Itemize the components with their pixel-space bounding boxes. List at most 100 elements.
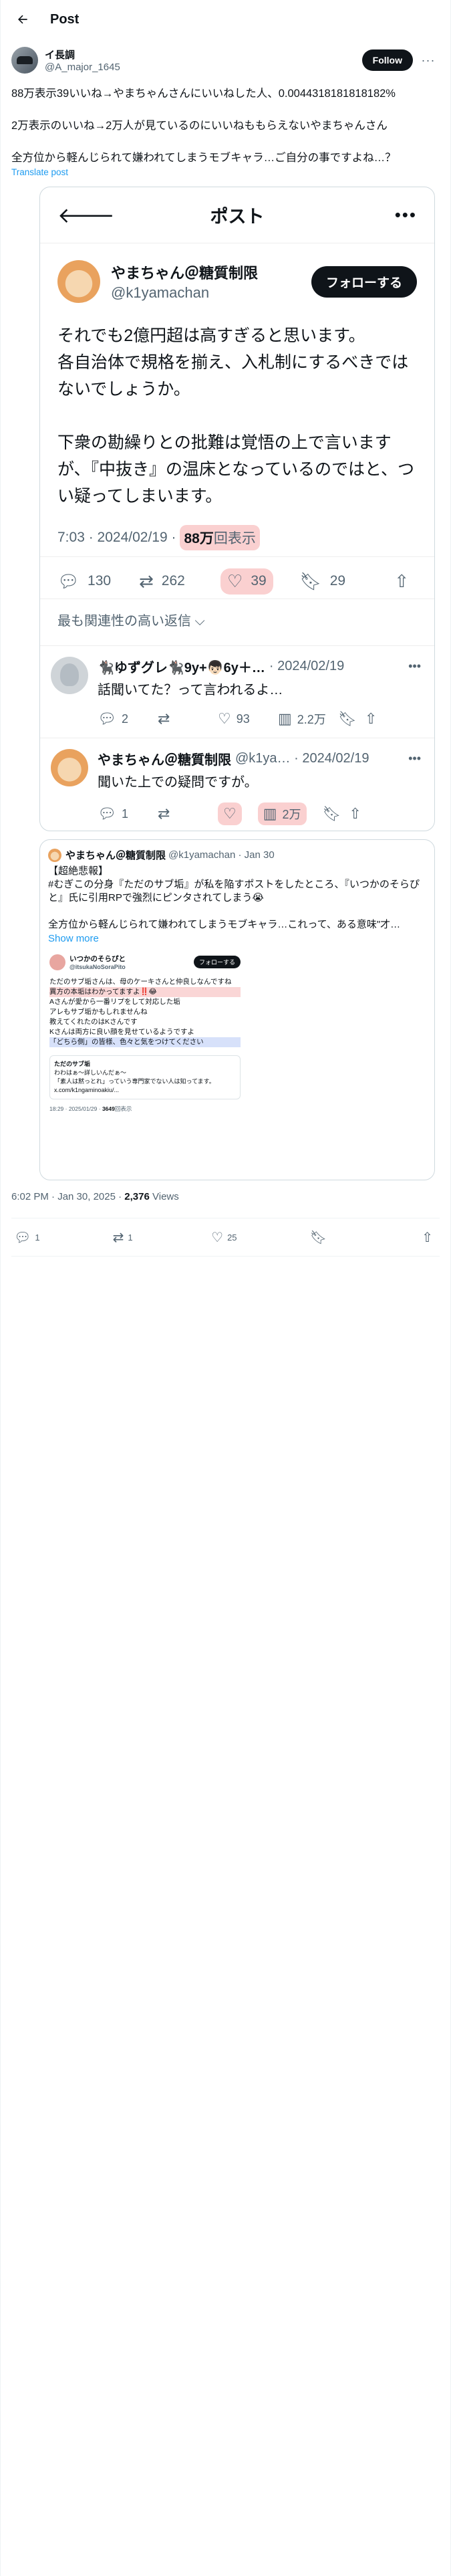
screenshot-back-icon: 🡐 <box>57 203 115 227</box>
screenshot-author: やまちゃん＠糖質制限 @k1yamachan フォローする <box>40 243 434 310</box>
reply2-text: 聞いた上での疑問ですが。 <box>98 775 258 790</box>
back-arrow-icon[interactable] <box>11 8 34 31</box>
quote-image-inner-name: ただのサブ垢 <box>54 1061 91 1067</box>
screenshot-title: ポスト <box>210 207 265 227</box>
share-icon: ⇧ <box>349 805 361 822</box>
quote-image-handle: @itsukaNoSoraPito <box>69 964 126 970</box>
screenshot-reply-1: 🐈‍⬛ゆずグレ🐈‍⬛9y+👦🏻6y＋… · 2024/02/19 ••• 話聞い… <box>40 646 434 738</box>
screenshot-views-unit: 回表示 <box>213 531 256 546</box>
reply2-name: やまちゃん＠糖質制限 <box>98 753 231 768</box>
screenshot-like-count: 39 <box>251 573 267 588</box>
reply-icon: 💬︎ <box>98 710 116 727</box>
reply1-like-count: 93 <box>236 712 250 726</box>
repost-count: 1 <box>128 1232 133 1243</box>
quote-image-inner-post: ただのサブ垢 わわはぁ〜詳しいんだぁ〜 「素人は黙っとれ」っていう専門家でない人… <box>49 1055 241 1099</box>
reply1-text: 話聞いてた？って言われるよ… <box>98 683 283 697</box>
share-icon: ⇧ <box>365 710 378 727</box>
author-handle[interactable]: @A_major_1645 <box>45 62 362 73</box>
bookmark-icon: 🔖︎ <box>338 710 357 727</box>
screenshot-reply-count: 130 <box>88 573 112 588</box>
reply2-bookmark: 🔖︎ <box>323 805 349 823</box>
attached-screenshot[interactable]: 🡐 ポスト ••• やまちゃん＠糖質制限 @k1yamachan フォローする … <box>39 187 435 831</box>
quote-image-views-unit: 回表示 <box>114 1105 132 1112</box>
reply1-replies: 💬︎ 2 <box>98 710 158 728</box>
bookmark-button[interactable]: 🔖︎ <box>310 1229 409 1246</box>
more-options-icon[interactable]: ··· <box>417 53 440 68</box>
heart-icon: ♡ <box>218 710 231 727</box>
reply2-handle: @k1ya… <box>235 751 291 766</box>
repost-icon: ⇄ <box>112 1230 124 1245</box>
heart-icon: ♡ <box>223 805 237 822</box>
quote-author-handle: @k1yamachan · Jan 30 <box>168 849 275 861</box>
quoted-post[interactable]: やまちゃん＠糖質制限 @k1yamachan · Jan 30 【超絶悲報】 #… <box>39 839 435 1180</box>
reply-count: 1 <box>35 1232 40 1243</box>
quote-image-text: ただのサブ垢さんは、母のケーキさんと仲良しなんですね 異方の本垢はわかってますよ… <box>48 973 242 1051</box>
bookmark-icon: 🔖︎ <box>309 1230 327 1245</box>
bookmark-icon: 🔖︎ <box>299 570 322 591</box>
quote-image-views: 3649 <box>102 1105 115 1112</box>
quote-avatar <box>48 848 61 862</box>
screenshot-views-count: 88万 <box>184 531 214 546</box>
screenshot-reply: 💬︎ 130 <box>57 571 139 592</box>
heart-icon: ♡ <box>227 570 243 591</box>
reply1-reply-count: 2 <box>121 712 128 726</box>
translate-link[interactable]: Translate post <box>1 166 450 177</box>
like-button[interactable]: ♡ 25 <box>211 1229 310 1246</box>
reply2-avatar <box>51 749 88 786</box>
bookmark-icon: 🔖︎ <box>322 805 341 822</box>
quote-author-name: やまちゃん＠糖質制限 <box>65 850 166 861</box>
quote-image-inner-text: わわはぁ〜詳しいんだぁ〜 「素人は黙っとれ」っていう専門家でない人は知ってます。… <box>54 1069 215 1093</box>
repost-button[interactable]: ⇄ 1 <box>113 1229 212 1246</box>
follow-button[interactable]: Follow <box>361 49 413 71</box>
repost-icon: ⇄ <box>139 570 154 591</box>
post-page: Post イ長調 @A_major_1645 Follow ··· 88万表示3… <box>0 0 451 2576</box>
reply1-reposts: ⇄ <box>158 710 218 728</box>
reply2-share: ⇧ <box>349 805 369 823</box>
reply2-views: ▥ 2万 <box>257 802 307 825</box>
reply1-views: ▥ 2.2万 <box>278 710 338 728</box>
quote-image-name: いつかのそらぴと <box>69 955 126 963</box>
author-avatar[interactable] <box>11 47 38 74</box>
reply2-view-count: 2万 <box>282 808 301 821</box>
page-title: Post <box>50 11 80 27</box>
reply1-date: · 2024/02/19 <box>269 659 345 673</box>
post-timestamp: 6:02 PM · Jan 30, 2025 · 2,376 Views <box>1 1180 450 1212</box>
quote-image-line: Kさんは両方に良い顔を見せているようですよ <box>49 1028 195 1036</box>
reply1-bookmark: 🔖︎ <box>338 710 365 728</box>
share-button[interactable]: ⇧ <box>422 1229 437 1246</box>
screenshot-actions: 💬︎ 130 ⇄ 262 ♡ 39 🔖︎ 29 ⇧ <box>40 556 434 599</box>
screenshot-header: 🡐 ポスト ••• <box>40 187 434 243</box>
post-text: 88万表示39いいね→やまちゃんさんにいいねした人、0.004431818181… <box>11 88 396 164</box>
post-views-label: Views <box>152 1191 179 1202</box>
reply2-reply-count: 1 <box>121 807 128 821</box>
screenshot-repost-count: 262 <box>161 573 185 588</box>
screenshot-bookmark: 🔖︎ 29 <box>300 571 382 592</box>
chart-icon: ▥ <box>263 805 277 822</box>
quote-image-line: ただのサブ垢さんは、母のケーキさんと仲良しなんですね <box>49 978 232 986</box>
screenshot-author-handle: @k1yamachan <box>111 284 210 301</box>
repost-icon: ⇄ <box>158 710 170 727</box>
quote-image[interactable]: いつかのそらぴと @itsukaNoSoraPito フォローする ただのサブ垢… <box>48 951 242 1172</box>
reply2-reposts: ⇄ <box>158 805 218 823</box>
reply2-replies: 💬︎ 1 <box>98 805 158 823</box>
quote-image-footer: 18:29 · 2025/01/29 · 3649回表示 <box>48 1103 242 1114</box>
quote-image-follow: フォローする <box>193 956 241 968</box>
quote-image-line: アレもサブ垢かもしれませんね <box>49 1008 148 1016</box>
reply-button[interactable]: 💬︎ 1 <box>14 1229 113 1246</box>
screenshot-post-text: それでも2億円超は高すぎると思います。 各自治体で規格を揃え、入札制にするべきで… <box>57 326 415 506</box>
post-time[interactable]: 6:02 PM · Jan 30, 2025 · <box>11 1191 122 1202</box>
screenshot-more-icon: ••• <box>394 205 417 225</box>
quote-image-time: 18:29 · 2025/01/29 · <box>49 1105 101 1112</box>
screenshot-bookmark-count: 29 <box>329 573 346 588</box>
quote-image-line: 「どちら側」の皆様、色々と気をつけてください <box>49 1037 241 1047</box>
reply-icon: 💬︎ <box>14 1230 31 1245</box>
screenshot-views: 88万回表示 <box>180 525 260 550</box>
reply1-share: ⇧ <box>365 710 385 728</box>
author-name[interactable]: イ長調 <box>45 47 362 62</box>
top-bar: Post <box>1 0 450 39</box>
reply-icon: 💬︎ <box>57 570 80 591</box>
screenshot-author-name: やまちゃん＠糖質制限 <box>111 265 259 282</box>
reply1-name: 🐈‍⬛ゆずグレ🐈‍⬛9y+👦🏻6y＋… <box>98 661 265 675</box>
show-more-link[interactable]: Show more <box>48 933 426 944</box>
like-count: 25 <box>227 1232 237 1243</box>
